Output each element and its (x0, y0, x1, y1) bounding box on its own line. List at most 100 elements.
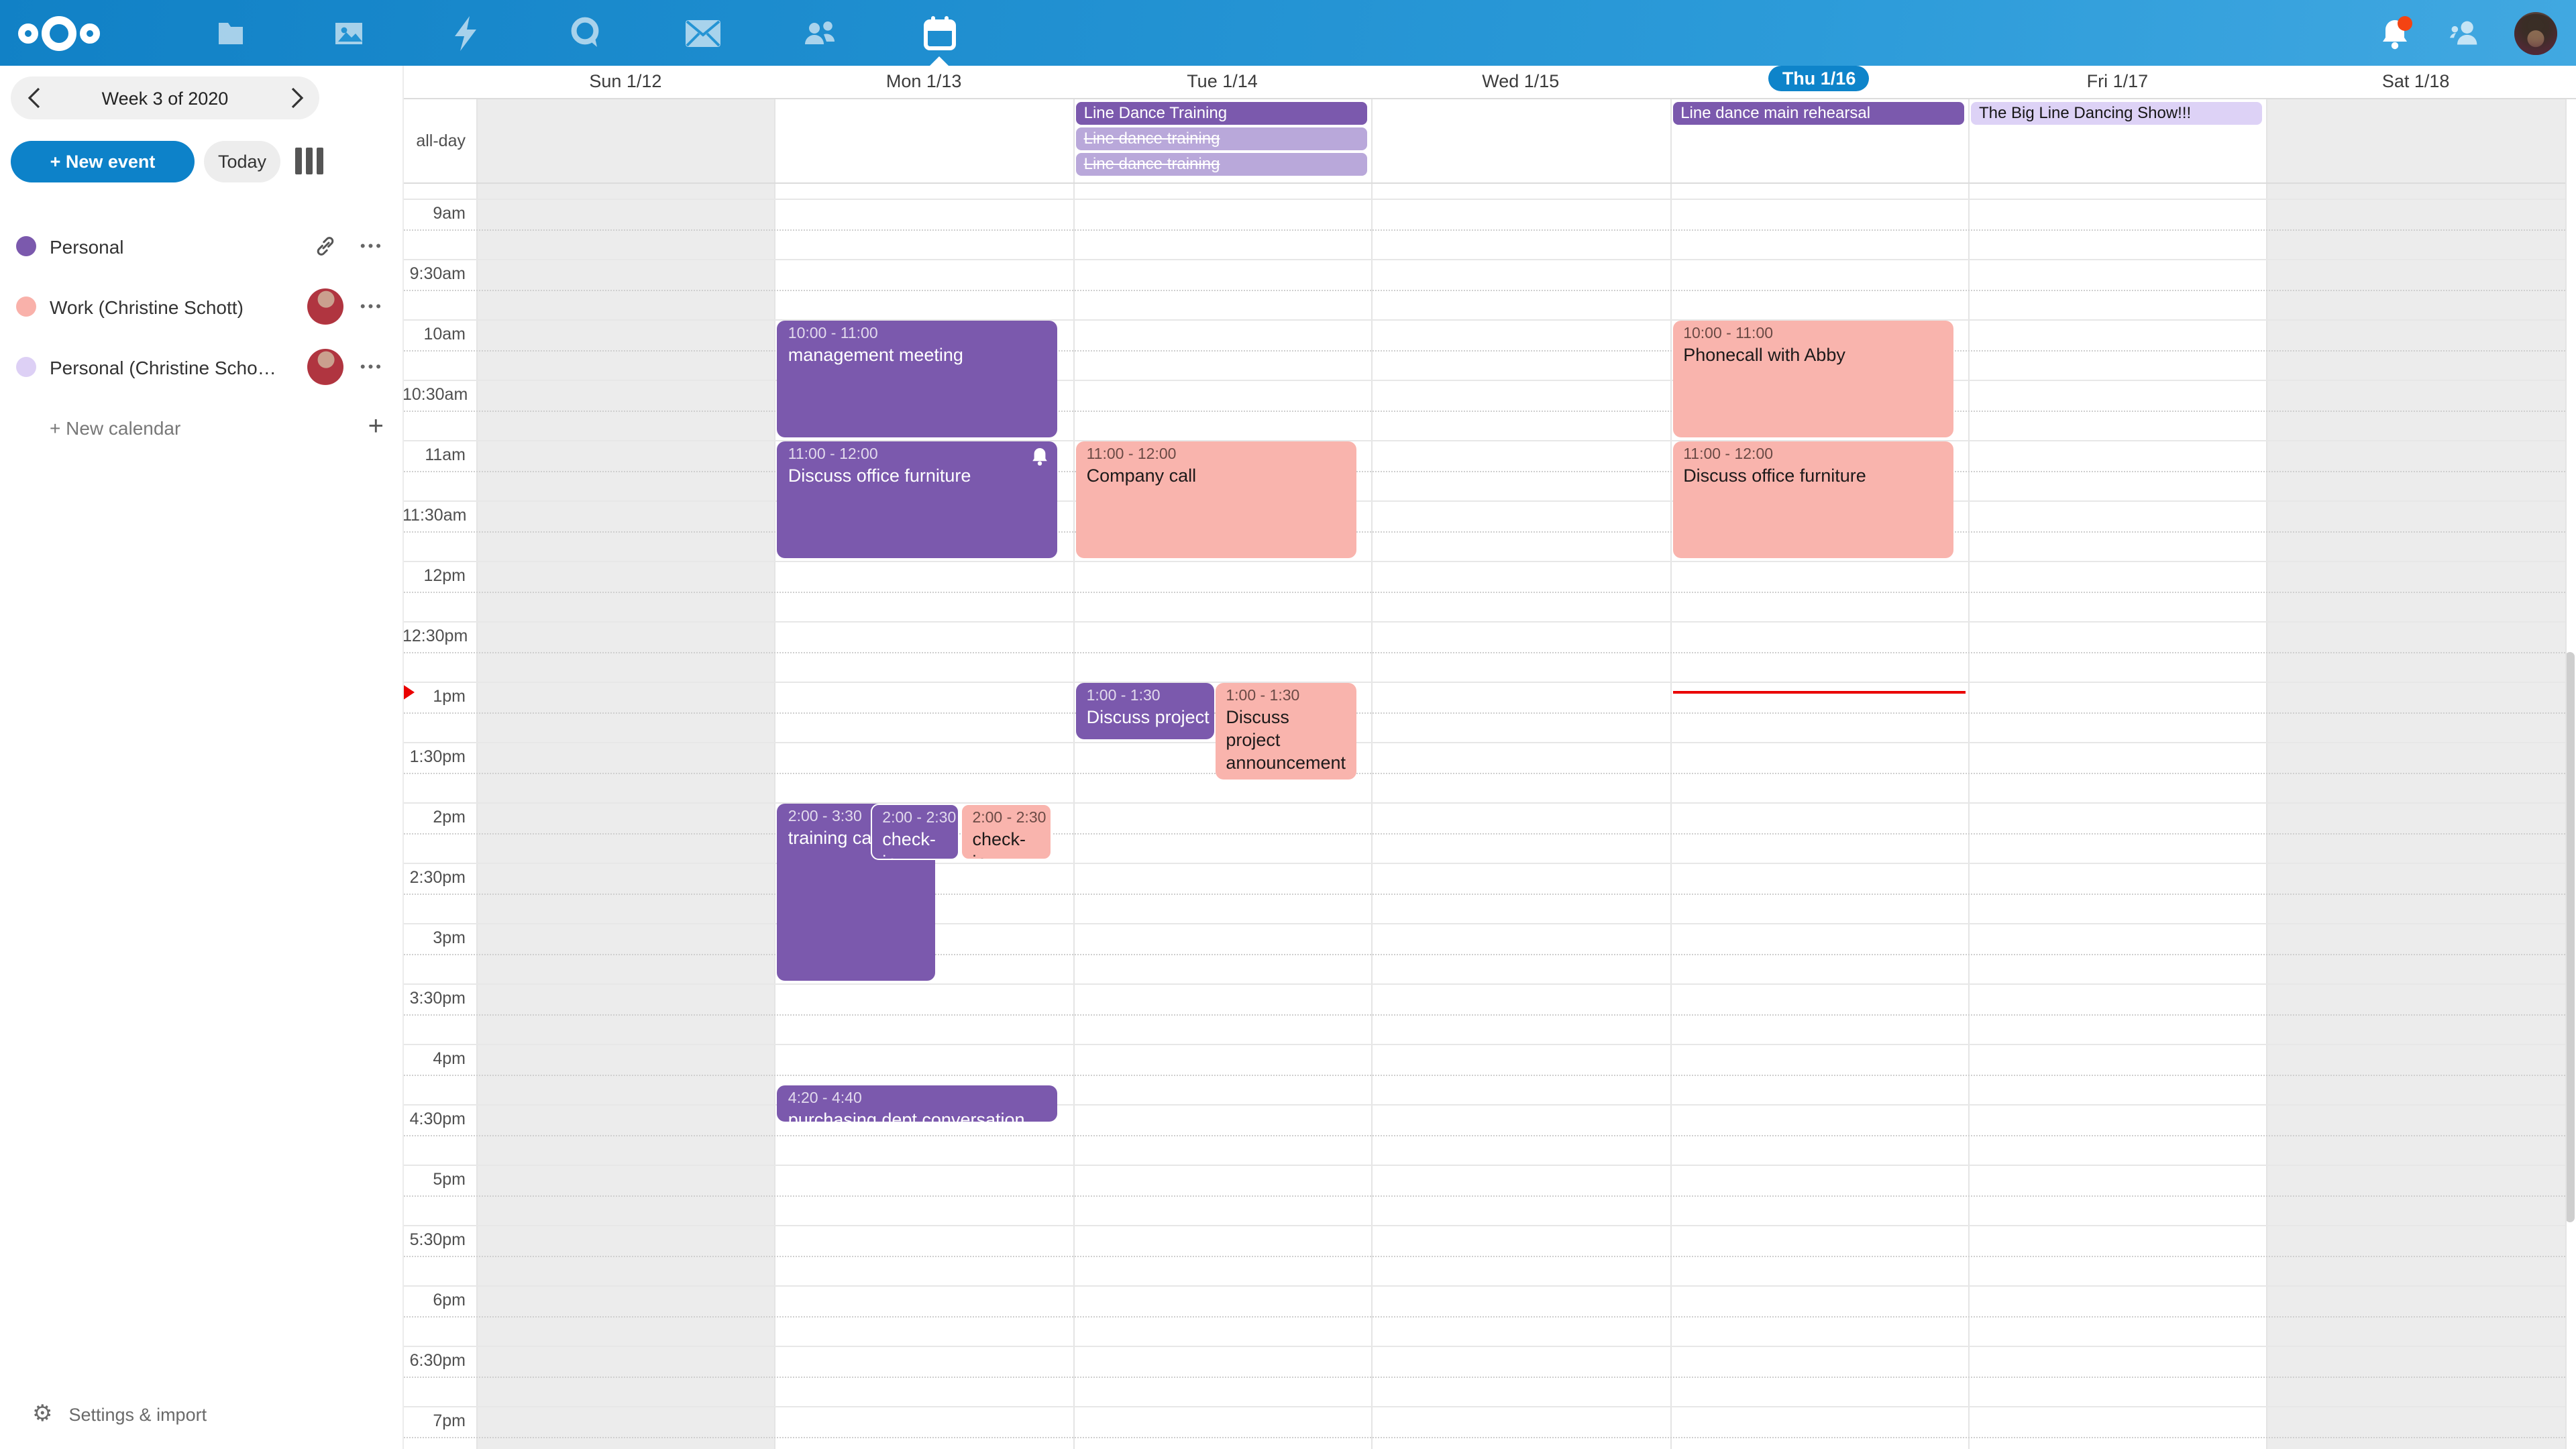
slot-line (402, 319, 2565, 321)
new-calendar-button[interactable]: + New calendar+ (0, 397, 402, 458)
event-title: Discuss office furniture (788, 466, 1047, 489)
slot-line (402, 1044, 2565, 1045)
slot-line (402, 561, 2565, 562)
time-label: 2pm (402, 808, 466, 826)
share-link-icon[interactable] (306, 235, 343, 258)
event-title: Company call (1087, 466, 1346, 489)
event-time: 11:00 - 12:00 (1087, 445, 1346, 465)
user-avatar[interactable] (2514, 11, 2557, 54)
day-column (1670, 99, 1970, 1449)
slot-line (402, 199, 2565, 200)
calendar-app-icon[interactable] (910, 0, 969, 66)
slot-line (402, 802, 2565, 804)
notification-badge (2398, 15, 2412, 30)
calendar-list-item[interactable]: Personal••• (0, 216, 402, 276)
contacts-menu-icon[interactable] (2445, 13, 2485, 53)
quarter-line (402, 1376, 2565, 1377)
slot-line (402, 742, 2565, 743)
activity-icon[interactable] (437, 0, 496, 66)
day-header-row: Sun 1/12Mon 1/13Tue 1/14Wed 1/15Thu 1/16… (402, 66, 2576, 99)
nextcloud-calendar-app: Week 3 of 2020 + New event Today Persona… (0, 0, 2576, 1449)
previous-week-button[interactable] (11, 76, 56, 119)
all-day-event[interactable]: Line dance training (1076, 153, 1368, 176)
nextcloud-logo-icon[interactable] (17, 13, 101, 60)
event-block[interactable]: 10:00 - 11:00management meeting (777, 321, 1058, 437)
event-block[interactable]: 2:00 - 2:30 check-in (960, 804, 1051, 860)
event-block[interactable]: 1:00 - 1:30Discuss project announcement (1076, 683, 1214, 739)
event-block[interactable]: 1:00 - 1:30Discuss project announcement (1215, 683, 1356, 780)
slot-line (402, 923, 2565, 924)
calendar-actions-menu-icon[interactable]: ••• (343, 359, 384, 375)
event-block[interactable]: 4:20 - 4:40purchasing dept conversation (777, 1085, 1058, 1122)
slot-line (402, 259, 2565, 260)
event-block[interactable]: 11:00 - 12:00Discuss office furniture (777, 441, 1058, 558)
day-column (476, 99, 776, 1449)
quarter-line (402, 1436, 2565, 1438)
time-label: 1:30pm (402, 747, 466, 766)
talk-icon[interactable] (555, 0, 614, 66)
day-header-sat[interactable]: Sat 1/18 (2267, 66, 2565, 98)
event-title: check-in (972, 830, 1039, 860)
day-header-sun[interactable]: Sun 1/12 (476, 66, 775, 98)
quarter-line (402, 893, 2565, 894)
event-time: 1:00 - 1:30 (1087, 687, 1203, 706)
event-time: 1:00 - 1:30 (1226, 687, 1345, 706)
quarter-line (402, 1316, 2565, 1317)
time-label: 12:30pm (402, 627, 466, 645)
time-label: 4pm (402, 1049, 466, 1068)
all-day-event[interactable]: Line Dance Training (1076, 102, 1368, 125)
scrollbar-thumb[interactable] (2565, 652, 2575, 1222)
all-day-event[interactable]: Line dance training (1076, 127, 1368, 150)
slot-line (402, 380, 2565, 381)
mail-icon[interactable] (674, 0, 733, 66)
calendar-color-dot (16, 357, 36, 377)
view-switcher-icon[interactable] (295, 148, 323, 174)
calendar-list-item[interactable]: Personal (Christine Scho…••• (0, 337, 402, 397)
time-label: 10am (402, 325, 466, 343)
event-block[interactable]: 2:00 - 2:30check-in (870, 804, 959, 860)
time-label: 12pm (402, 566, 466, 585)
day-header-thu[interactable]: Thu 1/16 (1670, 66, 1968, 98)
calendar-actions-menu-icon[interactable]: ••• (343, 238, 384, 254)
calendar-actions-menu-icon[interactable]: ••• (343, 299, 384, 315)
files-icon[interactable] (201, 0, 260, 66)
notifications-bell-icon[interactable] (2375, 13, 2415, 53)
time-label: 4:30pm (402, 1110, 466, 1128)
photos-icon[interactable] (319, 0, 378, 66)
time-label: 9am (402, 204, 466, 223)
slot-line (402, 621, 2565, 623)
shared-by-avatar[interactable] (306, 349, 343, 385)
plus-icon[interactable]: + (343, 412, 384, 443)
calendar-list-item[interactable]: Work (Christine Schott)••• (0, 276, 402, 337)
quarter-line (402, 470, 2565, 472)
settings-import-button[interactable]: ⚙ Settings & import (0, 1390, 435, 1438)
quarter-line (402, 1195, 2565, 1196)
day-header-mon[interactable]: Mon 1/13 (775, 66, 1073, 98)
event-block[interactable]: 11:00 - 12:00Discuss office furniture (1672, 441, 1953, 558)
today-button[interactable]: Today (204, 141, 280, 182)
next-week-button[interactable] (274, 76, 319, 119)
slot-line (402, 863, 2565, 864)
quarter-line (402, 953, 2565, 955)
all-day-event[interactable]: The Big Line Dancing Show!!! (1971, 102, 2263, 125)
event-time: 11:00 - 12:00 (1683, 445, 1942, 465)
day-header-tue[interactable]: Tue 1/14 (1073, 66, 1372, 98)
app-navigation-icons (201, 0, 969, 66)
new-event-button[interactable]: + New event (11, 141, 195, 182)
event-time: 4:20 - 4:40 (788, 1089, 1047, 1109)
all-day-event[interactable]: Line dance main rehearsal (1672, 102, 1964, 125)
contacts-icon[interactable] (792, 0, 851, 66)
slot-line (402, 1165, 2565, 1166)
time-label: 2:30pm (402, 868, 466, 887)
event-block[interactable]: 10:00 - 11:00Phonecall with Abby (1672, 321, 1953, 437)
event-block[interactable]: 11:00 - 12:00Company call (1076, 441, 1356, 558)
week-label[interactable]: Week 3 of 2020 (56, 88, 274, 108)
quarter-line (402, 651, 2565, 653)
shared-by-avatar[interactable] (306, 288, 343, 325)
time-label: 3pm (402, 928, 466, 947)
quarter-line (402, 591, 2565, 592)
event-time: 2:00 - 2:30 (972, 809, 1039, 828)
event-time: 2:00 - 2:30 (882, 809, 947, 828)
day-header-fri[interactable]: Fri 1/17 (1968, 66, 2267, 98)
day-header-wed[interactable]: Wed 1/15 (1371, 66, 1670, 98)
